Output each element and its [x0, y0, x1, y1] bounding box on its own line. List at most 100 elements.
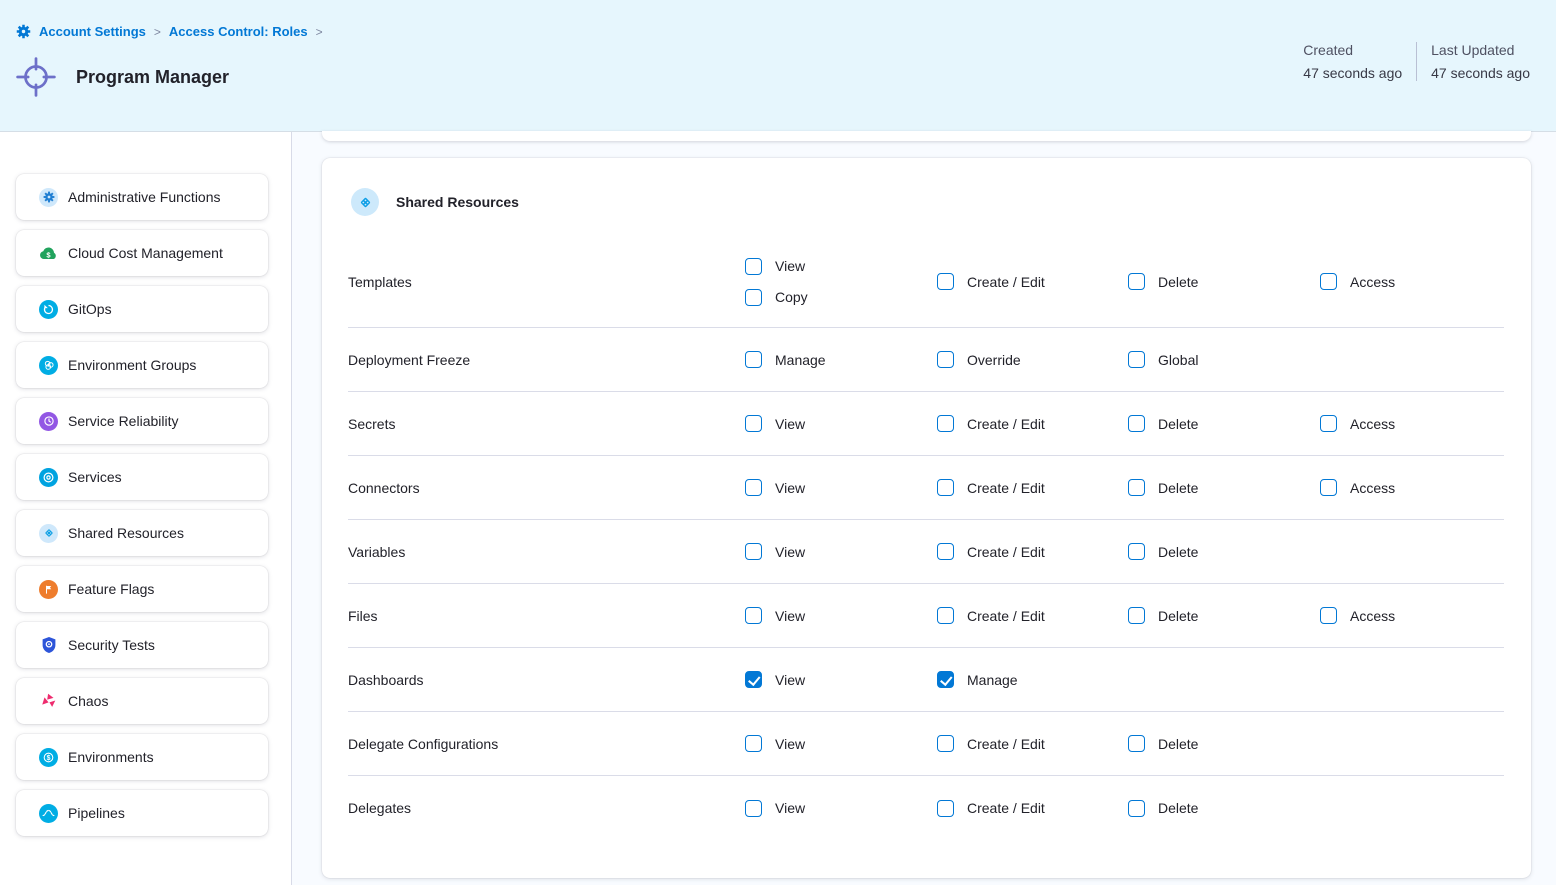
permission-column: Create / Edit	[937, 800, 1128, 817]
sidebar-item-environment-groups[interactable]: Environment Groups	[16, 342, 268, 388]
checkbox-unchecked-icon[interactable]	[937, 351, 954, 368]
checkbox-unchecked-icon[interactable]	[745, 800, 762, 817]
permission-files-access[interactable]: Access	[1320, 607, 1504, 624]
checkbox-unchecked-icon[interactable]	[1128, 800, 1145, 817]
checkbox-unchecked-icon[interactable]	[745, 415, 762, 432]
breadcrumb-access-control-roles[interactable]: Access Control: Roles	[169, 24, 308, 39]
checkbox-unchecked-icon[interactable]	[937, 735, 954, 752]
checkbox-unchecked-icon[interactable]	[745, 258, 762, 275]
security-tests-icon	[39, 636, 58, 655]
permission-column: Create / Edit	[937, 735, 1128, 752]
checkbox-checked-icon[interactable]	[745, 671, 762, 688]
page-title: Program Manager	[76, 67, 229, 88]
permission-column: View	[745, 479, 937, 496]
created-block: Created 47 seconds ago	[1289, 42, 1416, 81]
permission-column: Delete	[1128, 607, 1320, 624]
title-row: Program Manager	[15, 56, 229, 98]
checkbox-unchecked-icon[interactable]	[745, 607, 762, 624]
checkbox-unchecked-icon[interactable]	[745, 289, 762, 306]
created-label: Created	[1303, 42, 1402, 58]
checkbox-unchecked-icon[interactable]	[1320, 607, 1337, 624]
admin-functions-icon	[39, 188, 58, 207]
permission-secrets-delete[interactable]: Delete	[1128, 415, 1320, 432]
checkbox-unchecked-icon[interactable]	[1128, 415, 1145, 432]
sidebar-item-label: Chaos	[68, 693, 108, 709]
checkbox-unchecked-icon[interactable]	[1128, 735, 1145, 752]
permission-label: Delete	[1158, 736, 1198, 752]
sidebar-item-shared-resources[interactable]: Shared Resources	[16, 510, 268, 556]
permission-row-deployment-freeze: Deployment FreezeManageOverrideGlobal	[348, 328, 1504, 392]
sidebar-item-pipelines[interactable]: Pipelines	[16, 790, 268, 836]
checkbox-unchecked-icon[interactable]	[937, 800, 954, 817]
permission-secrets-create-edit[interactable]: Create / Edit	[937, 415, 1128, 432]
permission-deployment-freeze-override[interactable]: Override	[937, 351, 1128, 368]
checkbox-unchecked-icon[interactable]	[745, 351, 762, 368]
permission-variables-delete[interactable]: Delete	[1128, 543, 1320, 560]
permission-files-view[interactable]: View	[745, 607, 937, 624]
checkbox-unchecked-icon[interactable]	[1320, 415, 1337, 432]
sidebar-item-gitops[interactable]: GitOps	[16, 286, 268, 332]
permission-templates-copy[interactable]: Copy	[745, 289, 937, 306]
checkbox-unchecked-icon[interactable]	[937, 273, 954, 290]
permission-column: View	[745, 800, 937, 817]
sidebar-item-services[interactable]: Services	[16, 454, 268, 500]
checkbox-unchecked-icon[interactable]	[937, 415, 954, 432]
checkbox-unchecked-icon[interactable]	[1128, 543, 1145, 560]
permission-files-create-edit[interactable]: Create / Edit	[937, 607, 1128, 624]
resource-name: Connectors	[348, 480, 745, 496]
permission-templates-create-edit[interactable]: Create / Edit	[937, 273, 1128, 290]
sidebar-item-administrative-functions[interactable]: Administrative Functions	[16, 174, 268, 220]
permission-variables-create-edit[interactable]: Create / Edit	[937, 543, 1128, 560]
checkbox-unchecked-icon[interactable]	[1320, 273, 1337, 290]
checkbox-unchecked-icon[interactable]	[745, 735, 762, 752]
sidebar-item-environments[interactable]: $Environments	[16, 734, 268, 780]
permission-variables-view[interactable]: View	[745, 543, 937, 560]
permission-column: View Copy	[745, 258, 937, 306]
checkbox-unchecked-icon[interactable]	[745, 479, 762, 496]
permission-dashboards-manage[interactable]: Manage	[937, 671, 1128, 688]
permission-files-delete[interactable]: Delete	[1128, 607, 1320, 624]
permission-templates-view[interactable]: View	[745, 258, 937, 275]
permission-deployment-freeze-manage[interactable]: Manage	[745, 351, 937, 368]
permission-secrets-access[interactable]: Access	[1320, 415, 1504, 432]
checkbox-unchecked-icon[interactable]	[937, 543, 954, 560]
permission-label: Delete	[1158, 416, 1198, 432]
permission-label: Override	[967, 352, 1021, 368]
permission-delegates-create-edit[interactable]: Create / Edit	[937, 800, 1128, 817]
permission-label: Delete	[1158, 800, 1198, 816]
permission-templates-delete[interactable]: Delete	[1128, 273, 1320, 290]
permission-connectors-create-edit[interactable]: Create / Edit	[937, 479, 1128, 496]
permission-dashboards-view[interactable]: View	[745, 671, 937, 688]
permission-delegate-configurations-delete[interactable]: Delete	[1128, 735, 1320, 752]
sidebar-item-service-reliability[interactable]: Service Reliability	[16, 398, 268, 444]
permission-column: Create / Edit	[937, 607, 1128, 624]
checkbox-unchecked-icon[interactable]	[745, 543, 762, 560]
checkbox-unchecked-icon[interactable]	[1128, 479, 1145, 496]
sidebar-item-cloud-cost-management[interactable]: $Cloud Cost Management	[16, 230, 268, 276]
checkbox-unchecked-icon[interactable]	[937, 607, 954, 624]
permission-label: Manage	[967, 672, 1018, 688]
permission-connectors-delete[interactable]: Delete	[1128, 479, 1320, 496]
permission-delegates-delete[interactable]: Delete	[1128, 800, 1320, 817]
sidebar-item-chaos[interactable]: Chaos	[16, 678, 268, 724]
permission-templates-access[interactable]: Access	[1320, 273, 1504, 290]
breadcrumb-account-settings[interactable]: Account Settings	[39, 24, 146, 39]
checkbox-unchecked-icon[interactable]	[1128, 351, 1145, 368]
permission-column: Manage	[937, 671, 1128, 688]
checkbox-checked-icon[interactable]	[937, 671, 954, 688]
permission-delegate-configurations-create-edit[interactable]: Create / Edit	[937, 735, 1128, 752]
permission-connectors-view[interactable]: View	[745, 479, 937, 496]
permission-secrets-view[interactable]: View	[745, 415, 937, 432]
permission-delegate-configurations-view[interactable]: View	[745, 735, 937, 752]
checkbox-unchecked-icon[interactable]	[1320, 479, 1337, 496]
checkbox-unchecked-icon[interactable]	[937, 479, 954, 496]
checkbox-unchecked-icon[interactable]	[1128, 607, 1145, 624]
permission-deployment-freeze-global[interactable]: Global	[1128, 351, 1320, 368]
permission-column: View	[745, 415, 937, 432]
sidebar-item-security-tests[interactable]: Security Tests	[16, 622, 268, 668]
chaos-icon	[39, 692, 58, 711]
checkbox-unchecked-icon[interactable]	[1128, 273, 1145, 290]
permission-delegates-view[interactable]: View	[745, 800, 937, 817]
sidebar-item-feature-flags[interactable]: Feature Flags	[16, 566, 268, 612]
permission-connectors-access[interactable]: Access	[1320, 479, 1504, 496]
